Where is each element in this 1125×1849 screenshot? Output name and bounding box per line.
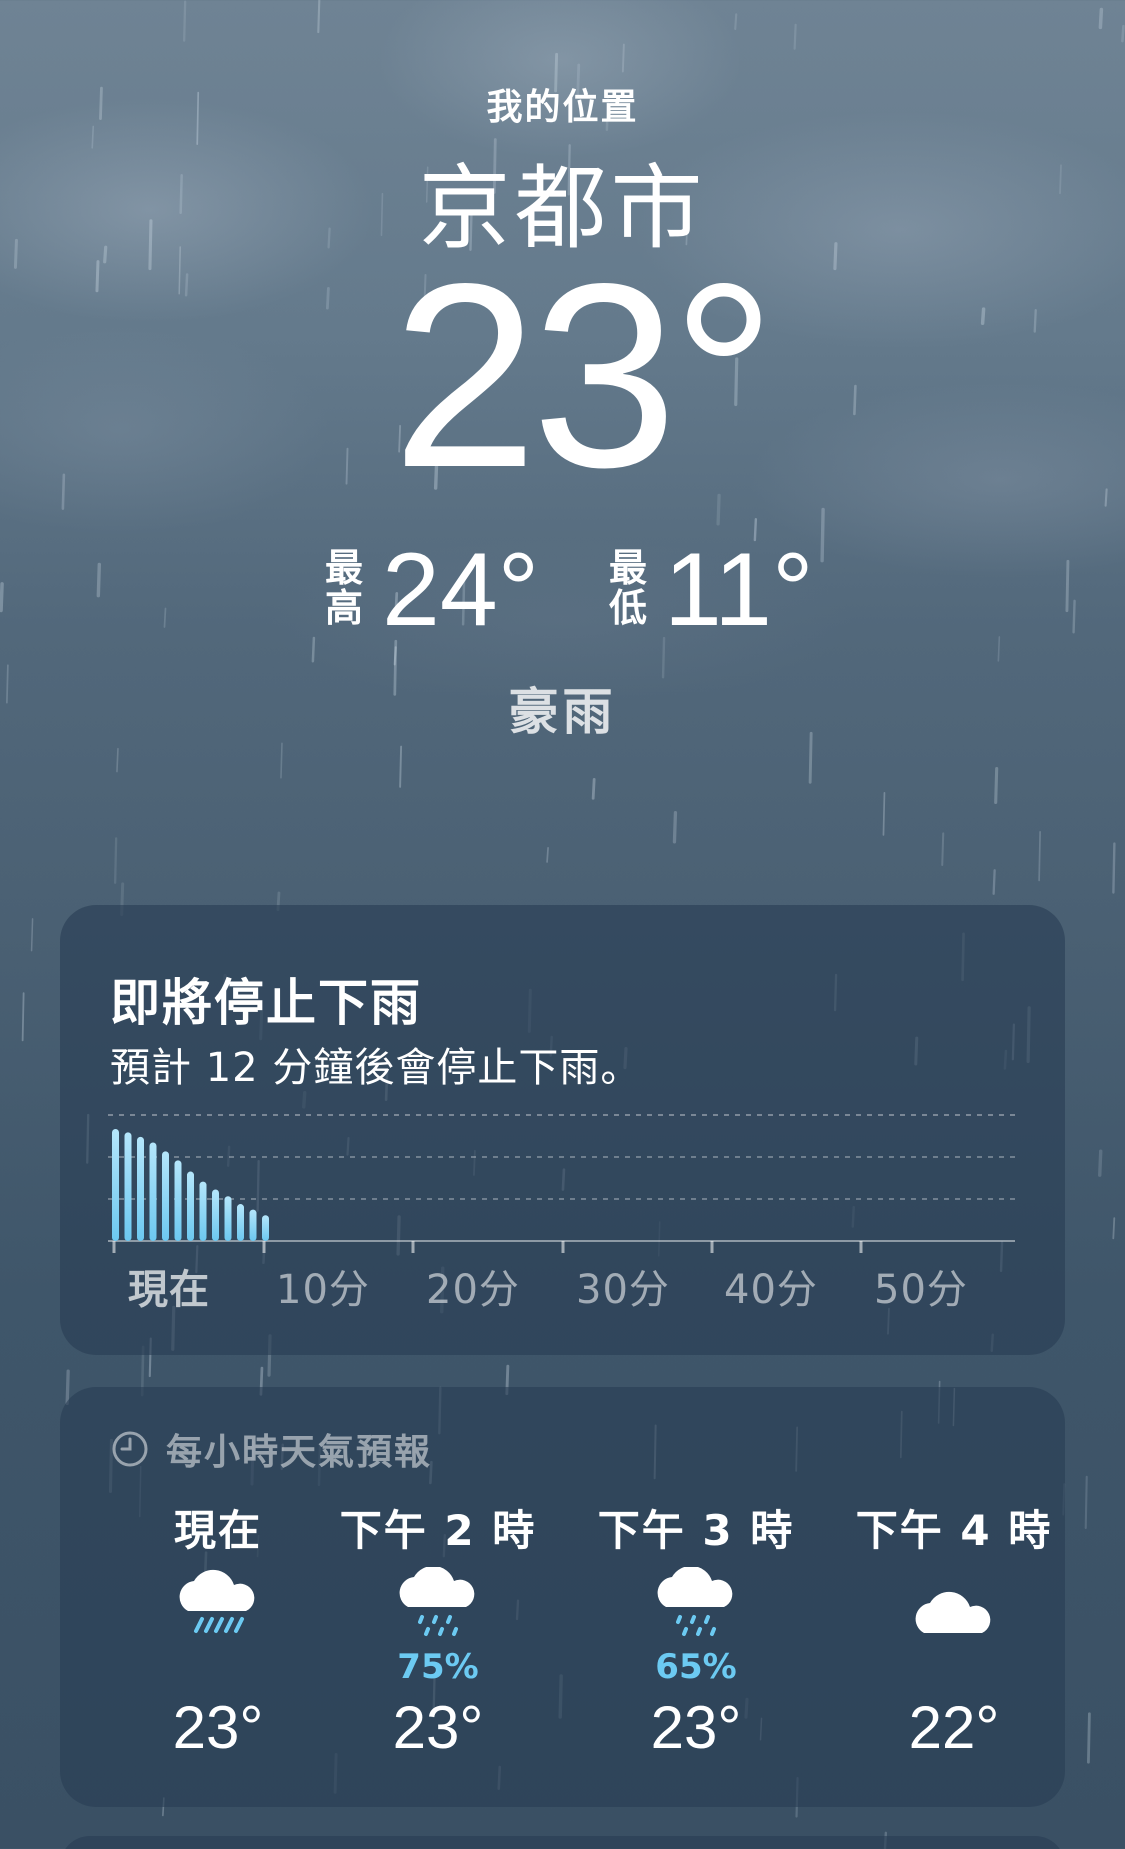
- raindrop-streak: [393, 646, 397, 666]
- hour-time: 下午 4 時: [855, 1506, 1053, 1555]
- raindrop-streak: [280, 742, 283, 779]
- hour-temperature: 23°: [650, 1694, 742, 1761]
- hour-precip: 65%: [655, 1647, 737, 1687]
- location-label: 我的位置: [486, 87, 639, 128]
- drizzle-icon: [399, 1567, 475, 1636]
- hourly-header: 每小時天氣預報: [110, 1427, 432, 1473]
- low-label: 最低: [608, 546, 647, 630]
- precip-tick-label: 30分: [576, 1267, 670, 1313]
- raindrop-streak: [672, 811, 678, 844]
- clock-icon: [112, 1431, 148, 1467]
- precipitation-card[interactable]: 即將停止下雨 預計 12 分鐘後會停止下雨。 現在 10分 20分 30分 40分 50分: [60, 905, 1065, 1355]
- raindrop-streak: [1038, 831, 1041, 882]
- hour-time: 現在: [173, 1506, 262, 1555]
- precip-bar: [199, 1181, 207, 1241]
- precip-bar: [237, 1204, 244, 1241]
- raindrop-streak: [1087, 1712, 1091, 1764]
- precip-bar: [224, 1196, 232, 1241]
- precip-bar: [162, 1151, 169, 1241]
- precip-tick-label: 40分: [724, 1267, 818, 1313]
- raindrop-streak: [1098, 1149, 1103, 1177]
- raindrop-streak: [734, 13, 738, 31]
- precip-bar: [112, 1129, 119, 1241]
- precip-bar: [124, 1132, 132, 1241]
- hour-precip: 75%: [397, 1647, 479, 1687]
- raindrop-streak: [853, 384, 857, 416]
- precip-tick-label: 現在: [128, 1267, 210, 1313]
- high-label: 最高: [324, 546, 363, 630]
- low-temperature: 11°: [664, 532, 814, 648]
- hour-time: 下午 3 時: [597, 1506, 795, 1555]
- precip-bar: [174, 1160, 182, 1241]
- raindrop-streak: [399, 745, 403, 788]
- raindrop-streak: [317, 0, 321, 34]
- hour-column-4pm[interactable]: 下午 4 時 22°: [834, 1497, 1074, 1787]
- hour-time: 下午 2 時: [339, 1506, 537, 1555]
- raindrop-streak: [1098, 7, 1104, 30]
- hourly-header-label: 每小時天氣預報: [166, 1432, 433, 1473]
- raindrop-streak: [1121, 24, 1125, 43]
- hour-temperature: 22°: [908, 1694, 1000, 1761]
- heavy-rain-icon: [179, 1569, 255, 1633]
- raindrop-streak: [992, 869, 996, 895]
- hour-temperature: 23°: [392, 1694, 484, 1761]
- precip-bar: [262, 1215, 269, 1241]
- raindrop-streak: [591, 778, 596, 800]
- precip-tick-label: 50分: [874, 1267, 968, 1313]
- precip-chart: 現在 10分 20分 30分 40分 50分: [60, 905, 1065, 1355]
- raindrop-streak: [21, 992, 25, 1042]
- raindrop-streak: [1104, 488, 1108, 507]
- raindrop-streak: [1084, 1475, 1088, 1530]
- cloud-icon: [915, 1591, 991, 1633]
- hourly-forecast-card[interactable]: 每小時天氣預報 現在 23° 下午 2 時 75% 23° 下午 3 時 65%…: [60, 1387, 1065, 1807]
- hour-column-2pm[interactable]: 下午 2 時 75% 23°: [318, 1497, 558, 1787]
- raindrop-streak: [546, 846, 549, 863]
- precip-bar: [249, 1209, 257, 1241]
- raindrop-streak: [311, 636, 316, 663]
- precip-bar: [149, 1142, 157, 1241]
- raindrop-streak: [113, 837, 118, 884]
- raindrop-streak: [325, 287, 330, 310]
- precip-bar: [137, 1136, 144, 1241]
- raindrop-streak: [61, 473, 66, 510]
- raindrop-streak: [882, 792, 886, 836]
- high-low-temperature: 最高 24° 最低 11°: [0, 532, 1125, 648]
- precip-bar: [187, 1171, 194, 1241]
- precip-tick-label: 20分: [426, 1267, 520, 1313]
- raindrop-streak: [116, 747, 119, 773]
- raindrop-streak: [345, 447, 349, 485]
- raindrop-streak: [1112, 1217, 1116, 1240]
- hour-column-3pm[interactable]: 下午 3 時 65% 23°: [576, 1497, 816, 1787]
- raindrop-streak: [183, 0, 187, 42]
- precip-bar: [212, 1189, 219, 1241]
- drizzle-icon: [657, 1567, 733, 1636]
- raindrop-streak: [941, 832, 945, 866]
- hour-column-now[interactable]: 現在 23°: [98, 1497, 338, 1787]
- raindrop-streak: [980, 307, 986, 325]
- next-card-peek[interactable]: [60, 1836, 1065, 1849]
- raindrop-streak: [1112, 842, 1116, 894]
- raindrop-streak: [997, 636, 1001, 662]
- current-temperature: 23°: [392, 229, 776, 522]
- raindrop-streak: [621, 43, 625, 73]
- raindrop-streak: [184, 273, 189, 297]
- weather-condition: 豪雨: [508, 683, 617, 741]
- raindrop-streak: [30, 918, 34, 952]
- high-temperature: 24°: [382, 532, 540, 648]
- raindrop-streak: [793, 23, 797, 50]
- raindrop-streak: [1033, 308, 1037, 333]
- raindrop-streak: [994, 767, 999, 805]
- precip-tick-label: 10分: [276, 1267, 370, 1313]
- hour-temperature: 23°: [172, 1694, 264, 1761]
